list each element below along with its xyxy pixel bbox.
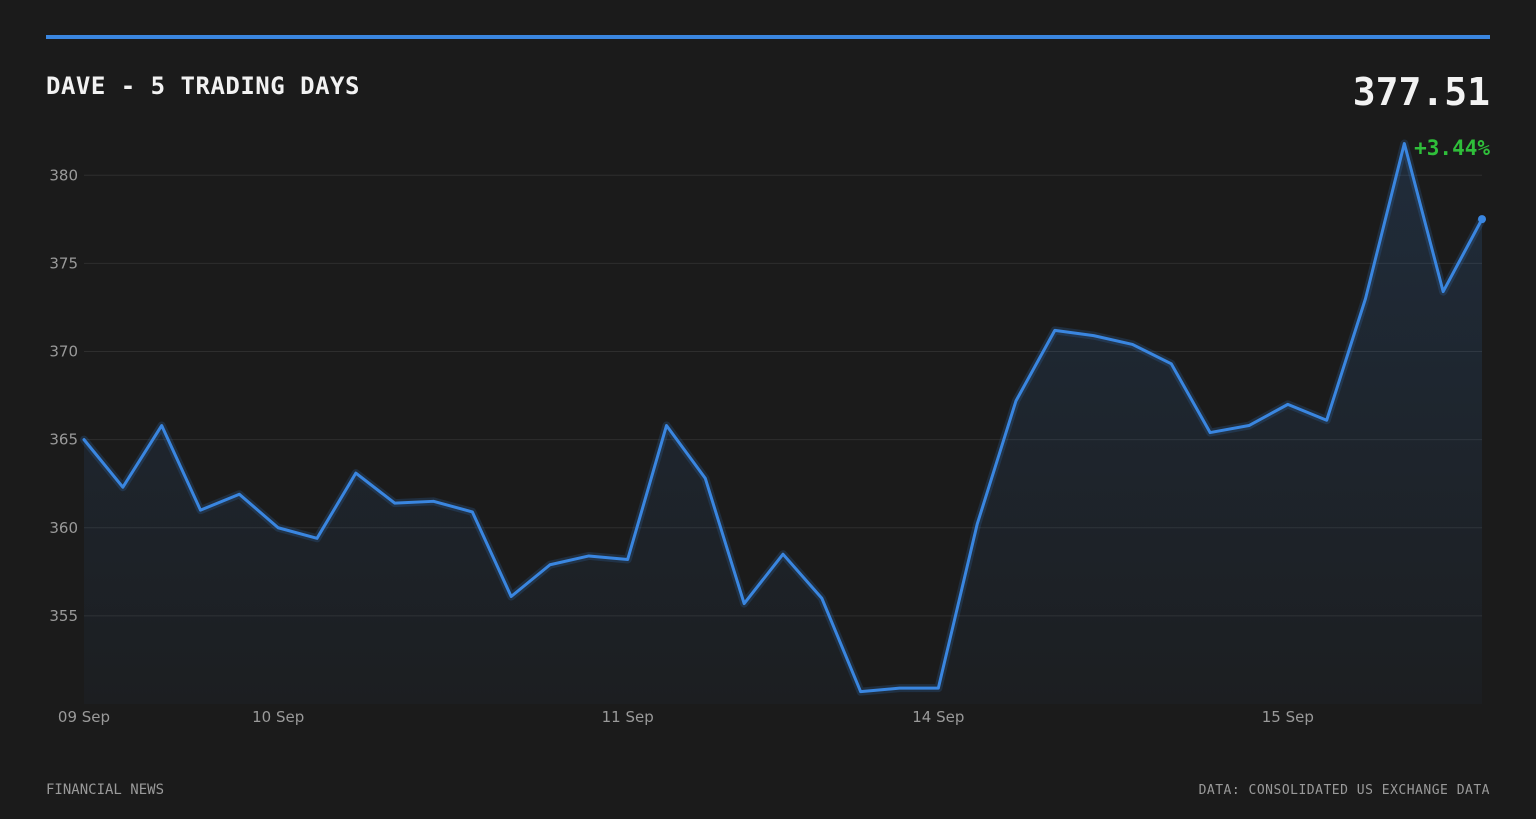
y-tick-label: 355 xyxy=(49,607,78,625)
x-tick-label: 11 Sep xyxy=(602,708,654,726)
price-chart: 355 360 365 370 375 380 09 Sep 10 Sep 11 Sep 14 S… xyxy=(49,139,1486,726)
y-tick-label: 380 xyxy=(49,166,78,184)
y-tick-label: 370 xyxy=(49,343,78,361)
y-tick-label: 360 xyxy=(49,519,78,537)
footer-source-right: DATA: CONSOLIDATED US EXCHANGE DATA xyxy=(1198,783,1490,798)
last-price-marker xyxy=(1478,215,1486,224)
x-tick-label: 14 Sep xyxy=(912,708,964,726)
price-area xyxy=(84,143,1482,704)
y-tick-label: 365 xyxy=(49,431,78,449)
x-tick-label: 10 Sep xyxy=(252,708,304,726)
x-tick-label: 09 Sep xyxy=(58,708,110,726)
footer-source-left: FINANCIAL NEWS xyxy=(46,782,165,798)
x-tick-label: 15 Sep xyxy=(1262,708,1314,726)
y-tick-label: 375 xyxy=(49,254,78,272)
